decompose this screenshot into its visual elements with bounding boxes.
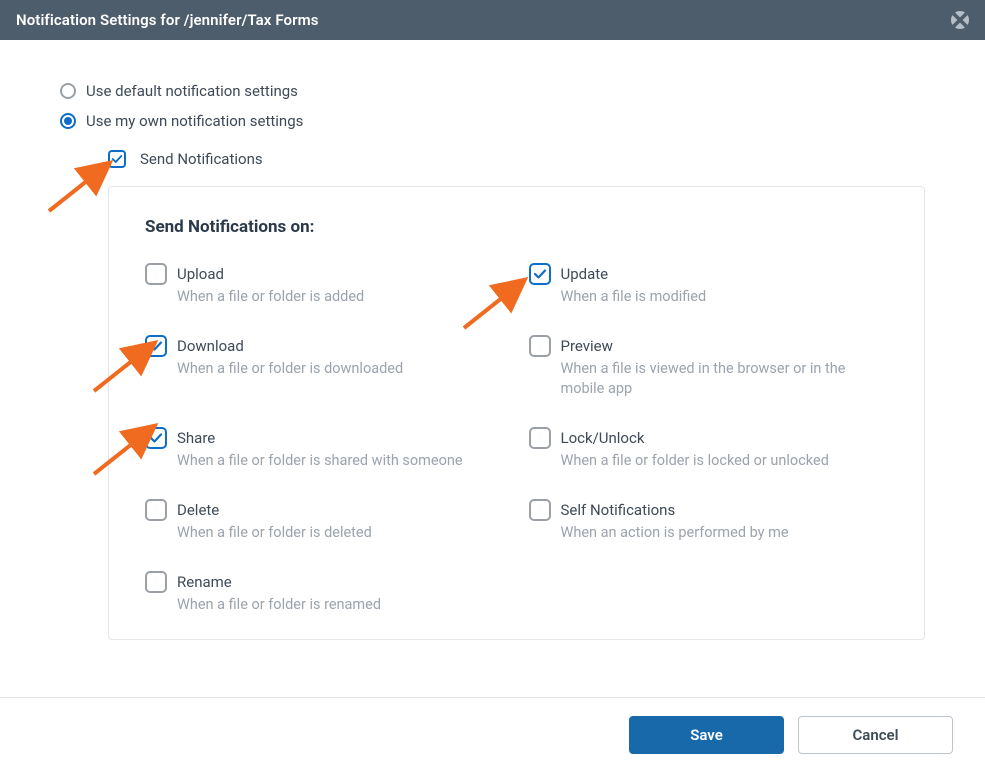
- dialog-header: Notification Settings for /jennifer/Tax …: [0, 0, 985, 40]
- close-icon[interactable]: [951, 11, 969, 29]
- checkbox-icon: [529, 499, 551, 521]
- cancel-button[interactable]: Cancel: [798, 716, 953, 754]
- option-label: Rename: [177, 571, 381, 593]
- dialog-body: Use default notification settings Use my…: [0, 40, 985, 660]
- checkbox-icon: [145, 571, 167, 593]
- option-desc: When a file or folder is locked or unloc…: [561, 451, 829, 471]
- option-upload[interactable]: Upload When a file or folder is added: [145, 263, 505, 307]
- radio-own[interactable]: Use my own notification settings: [60, 112, 925, 130]
- option-label: Preview: [561, 335, 889, 357]
- option-update[interactable]: Update When a file is modified: [529, 263, 889, 307]
- option-lock[interactable]: Lock/Unlock When a file or folder is loc…: [529, 427, 889, 471]
- option-label: Self Notifications: [561, 499, 789, 521]
- option-label: Delete: [177, 499, 372, 521]
- panel-title: Send Notifications on:: [145, 217, 888, 237]
- option-delete[interactable]: Delete When a file or folder is deleted: [145, 499, 505, 543]
- dialog-footer: Save Cancel: [0, 697, 985, 772]
- checkbox-icon: [145, 263, 167, 285]
- option-desc: When a file is modified: [561, 287, 707, 307]
- option-label: Download: [177, 335, 403, 357]
- option-label: Update: [561, 263, 707, 285]
- option-label: Lock/Unlock: [561, 427, 829, 449]
- radio-own-label: Use my own notification settings: [86, 112, 303, 130]
- checkbox-icon: [529, 335, 551, 357]
- checkbox-icon: [529, 427, 551, 449]
- radio-default-label: Use default notification settings: [86, 82, 298, 100]
- dialog-title: Notification Settings for /jennifer/Tax …: [16, 11, 319, 29]
- option-label: Upload: [177, 263, 364, 285]
- option-desc: When a file or folder is shared with som…: [177, 451, 463, 471]
- checkbox-icon: [529, 263, 551, 285]
- checkbox-icon: [108, 150, 126, 168]
- radio-default[interactable]: Use default notification settings: [60, 82, 925, 100]
- option-share[interactable]: Share When a file or folder is shared wi…: [145, 427, 505, 471]
- option-desc: When a file or folder is deleted: [177, 523, 372, 543]
- checkbox-send-notifications[interactable]: Send Notifications: [108, 150, 925, 168]
- option-label: Share: [177, 427, 463, 449]
- option-desc: When a file or folder is renamed: [177, 595, 381, 615]
- option-preview[interactable]: Preview When a file is viewed in the bro…: [529, 335, 889, 399]
- option-desc: When a file is viewed in the browser or …: [561, 359, 889, 399]
- option-desc: When an action is performed by me: [561, 523, 789, 543]
- checkbox-icon: [145, 499, 167, 521]
- option-desc: When a file or folder is downloaded: [177, 359, 403, 379]
- send-notifications-label: Send Notifications: [140, 150, 263, 168]
- option-rename[interactable]: Rename When a file or folder is renamed: [145, 571, 505, 615]
- option-self[interactable]: Self Notifications When an action is per…: [529, 499, 889, 543]
- radio-icon: [60, 113, 76, 129]
- option-desc: When a file or folder is added: [177, 287, 364, 307]
- checkbox-icon: [145, 427, 167, 449]
- save-button[interactable]: Save: [629, 716, 784, 754]
- notifications-panel: Send Notifications on: Upload When a fil…: [108, 186, 925, 640]
- radio-icon: [60, 83, 76, 99]
- option-download[interactable]: Download When a file or folder is downlo…: [145, 335, 505, 399]
- checkbox-icon: [145, 335, 167, 357]
- options-grid: Upload When a file or folder is added Up…: [145, 263, 888, 615]
